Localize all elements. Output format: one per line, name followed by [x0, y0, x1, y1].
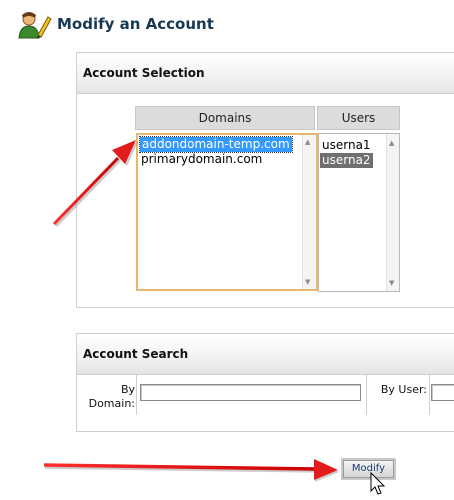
- scroll-up-icon[interactable]: ▲: [305, 138, 310, 146]
- account-selection-header: Account Selection: [77, 53, 454, 94]
- annotation-arrow-to-modify: [43, 459, 339, 482]
- by-domain-label: By Domain:: [88, 383, 135, 410]
- by-user-label: By User:: [380, 383, 427, 396]
- account-search-panel: Account Search By Domain: By User:: [76, 333, 454, 432]
- scroll-down-icon[interactable]: ▼: [389, 279, 394, 287]
- account-selection-panel: Account Selection Domains Users addondom…: [76, 52, 454, 308]
- domain-option-addondomain[interactable]: addondomain-temp.com: [139, 136, 293, 153]
- domains-column-header: Domains: [135, 106, 315, 130]
- domains-scrollbar[interactable]: ▲ ▼: [302, 135, 316, 289]
- divider: [366, 375, 367, 415]
- domains-listbox[interactable]: addondomain-temp.com primarydomain.com ▲…: [136, 133, 318, 291]
- account-search-title: Account Search: [83, 347, 189, 361]
- by-user-input[interactable]: [431, 384, 454, 401]
- divider: [429, 375, 430, 415]
- page-title: Modify an Account: [57, 15, 214, 33]
- scroll-up-icon[interactable]: ▲: [389, 139, 394, 147]
- users-scrollbar[interactable]: ▲ ▼: [386, 134, 399, 291]
- account-selection-title: Account Selection: [83, 66, 205, 80]
- domain-option-primarydomain[interactable]: primarydomain.com: [141, 152, 262, 167]
- users-column-header: Users: [317, 106, 400, 130]
- scroll-down-icon[interactable]: ▼: [305, 278, 310, 286]
- divider: [136, 375, 137, 415]
- by-domain-input[interactable]: [140, 384, 361, 401]
- user-option-userna1[interactable]: userna1: [322, 138, 371, 153]
- user-pencil-icon: [18, 10, 52, 40]
- account-search-header: Account Search: [77, 334, 454, 375]
- user-option-userna2[interactable]: userna2: [320, 153, 373, 168]
- users-listbox[interactable]: userna1 userna2 ▲ ▼: [318, 133, 400, 292]
- modify-button[interactable]: Modify: [341, 458, 396, 480]
